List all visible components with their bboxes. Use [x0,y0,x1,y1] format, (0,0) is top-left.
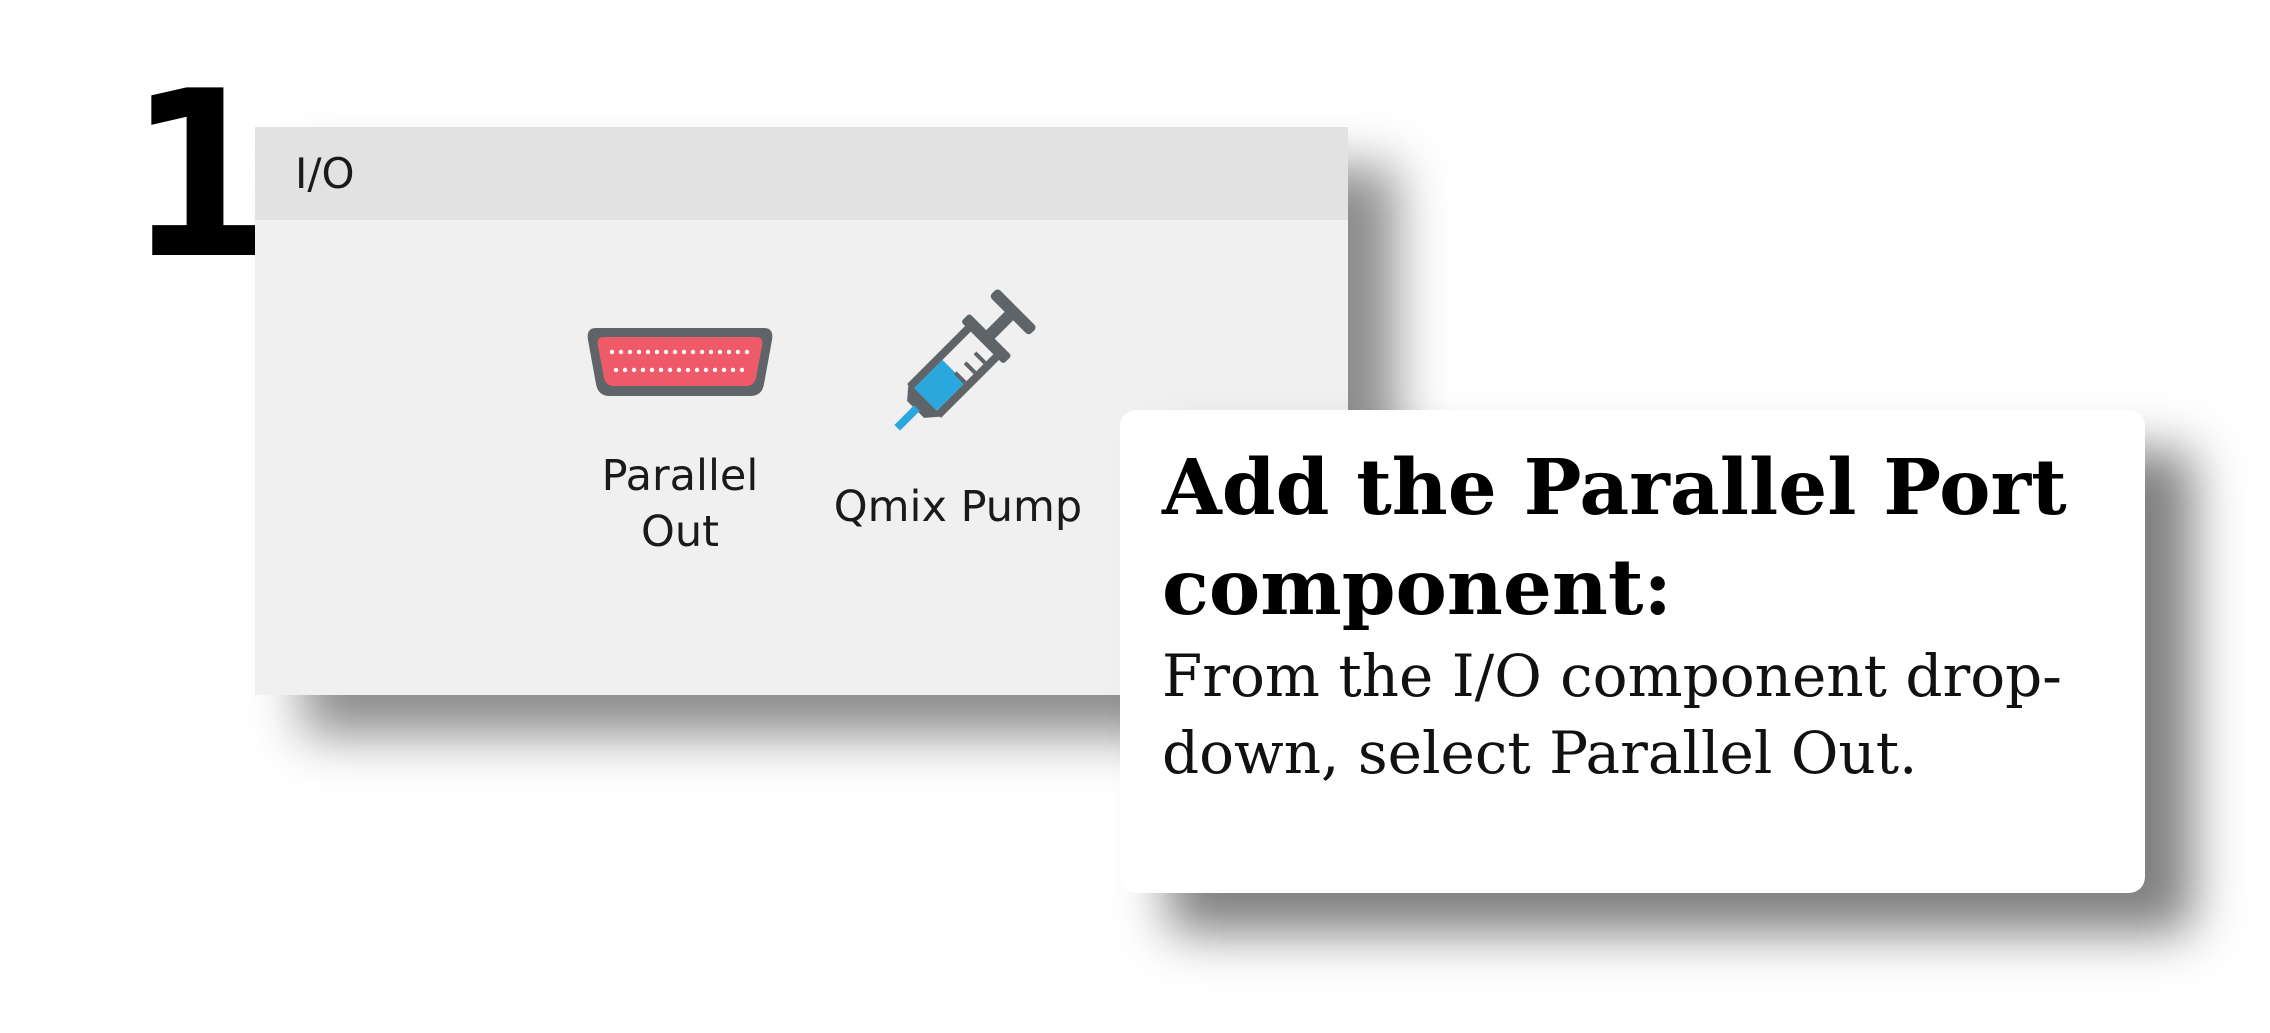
instruction-callout: Add the Parallel Port component: From th… [1120,410,2145,893]
parallel-out-button[interactable]: Parallel Out [550,322,810,560]
step-number: 1 [128,43,272,310]
qmix-pump-label: Qmix Pump [833,482,1083,532]
panel-header: I/O [255,127,1348,220]
callout-body: From the I/O component drop-down, select… [1162,642,2062,787]
panel-title: I/O [295,149,355,198]
syringe-pump-icon [894,289,1036,431]
parallel-port-icon [587,328,773,396]
parallel-out-label: Parallel Out [601,451,759,557]
callout-heading: Add the Parallel Port component: [1162,443,2067,633]
qmix-pump-button[interactable]: Qmix Pump [808,277,1108,535]
